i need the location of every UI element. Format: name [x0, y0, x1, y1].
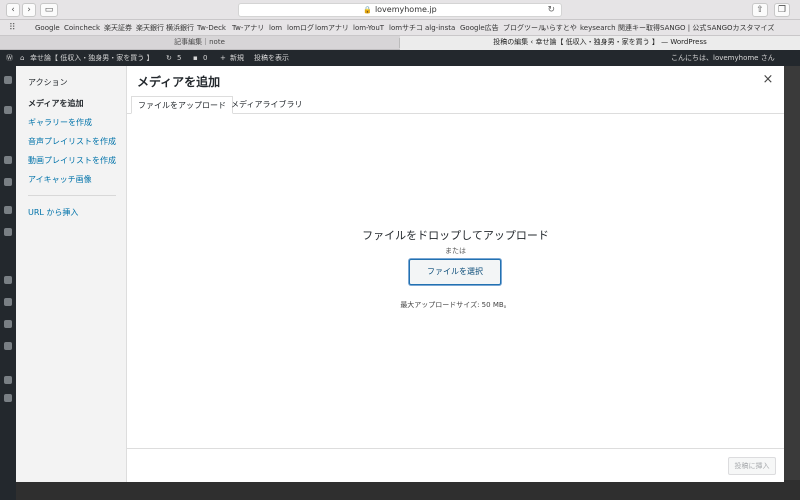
bookmarks-bar: ⠿ Google Coincheck 楽天証券 楽天銀行 横浜銀行 Tw-Dec… [0, 20, 800, 36]
chevron-left-icon: ‹ [11, 5, 15, 15]
view-post-link[interactable]: 投稿を表示 [254, 50, 289, 66]
bookmark-item[interactable]: SANGOカスタマイズ [707, 23, 774, 33]
drop-instructions: ファイルをドロップしてアップロード [362, 229, 549, 242]
menu-item-video-playlist[interactable]: 動画プレイリストを作成 [28, 155, 116, 166]
share-button[interactable]: ⇧ [752, 3, 768, 17]
bookmark-item[interactable]: alg-insta [425, 23, 455, 33]
bookmark-item[interactable]: ブログツール [503, 23, 545, 33]
page-background-bottom [16, 480, 800, 500]
menu-item-insert-from-url[interactable]: URL から挿入 [28, 207, 78, 218]
bookmark-item[interactable]: 関連キー取得 [618, 23, 660, 33]
bookmark-item[interactable]: keysearch [580, 23, 616, 33]
menu-item-featured-image[interactable]: アイキャッチ画像 [28, 174, 92, 185]
bookmark-item[interactable]: 楽天銀行 [136, 23, 164, 33]
updates-icon: ↻ [166, 54, 172, 62]
upload-dropzone[interactable]: ファイルをドロップしてアップロード または ファイルを選択 最大アップロードサイ… [127, 114, 784, 448]
address-bar[interactable]: 🔒 lovemyhome.jp ↻ [238, 3, 562, 17]
wp-admin-menu [0, 66, 16, 500]
bookmark-item[interactable]: Coincheck [64, 23, 100, 33]
dashboard-icon[interactable] [4, 76, 12, 84]
tools-icon[interactable] [4, 342, 12, 350]
lock-icon: 🔒 [363, 6, 372, 14]
tabs-icon: ❐ [777, 5, 787, 15]
bookmark-item[interactable]: Tw-アナリ [232, 23, 264, 33]
bookmark-item[interactable]: Google [35, 23, 60, 33]
greeting-text[interactable]: こんにちは、lovemyhome さん [671, 50, 775, 66]
media-toolbar: 投稿に挿入 [127, 448, 784, 482]
bookmark-item[interactable]: 横浜銀行 [166, 23, 194, 33]
insert-into-post-button[interactable]: 投稿に挿入 [728, 457, 776, 475]
comments-count[interactable]: 0 [203, 50, 207, 66]
bookmark-item[interactable]: Google広告 [460, 23, 499, 33]
updates-count[interactable]: 5 [177, 50, 181, 66]
chevron-right-icon: › [27, 5, 31, 15]
tab-upload-files[interactable]: ファイルをアップロード [131, 96, 233, 114]
bookmark-item[interactable]: いらすとや [542, 23, 577, 33]
collapse-icon[interactable] [4, 394, 12, 402]
modal-title: メディアを追加 [137, 75, 221, 89]
share-icon: ⇧ [756, 5, 764, 15]
menu-item-audio-playlist[interactable]: 音声プレイリストを作成 [28, 136, 116, 147]
menu-heading: アクション [28, 78, 68, 87]
plus-icon: + [220, 54, 226, 62]
media-router: ファイルをアップロード メディアライブラリ [127, 92, 784, 114]
tabs-overview-button[interactable]: ❐ [774, 3, 790, 17]
bookmark-item[interactable]: lomログ [287, 23, 314, 33]
bookmark-item[interactable]: lomサチコ [389, 23, 423, 33]
sidebar-button[interactable]: ▭ [40, 3, 58, 17]
comments-icon[interactable] [4, 206, 12, 214]
bookmark-item[interactable]: lomアナリ [315, 23, 349, 33]
bookmark-item[interactable]: SANGO | 公式 [660, 23, 706, 33]
tab-wordpress[interactable]: 投稿の編集 ‹ 幸せ論【 低収入・独身男・家を買う 】 — WordPress [400, 36, 800, 50]
forward-button[interactable]: › [22, 3, 36, 17]
back-button[interactable]: ‹ [6, 3, 20, 17]
menu-item-add-media[interactable]: メディアを追加 [28, 98, 83, 109]
menu-item-create-gallery[interactable]: ギャラリーを作成 [28, 117, 92, 128]
bookmark-item[interactable]: Tw-Deck [197, 23, 226, 33]
reload-icon[interactable]: ↻ [547, 4, 555, 16]
bookmark-item[interactable]: lom [269, 23, 282, 33]
new-content-link[interactable]: 新規 [230, 50, 244, 66]
users-icon[interactable] [4, 320, 12, 328]
pages-icon[interactable] [4, 178, 12, 186]
sidebar-icon: ▭ [44, 5, 54, 15]
posts-icon[interactable] [4, 106, 12, 114]
media-menu: アクション メディアを追加 ギャラリーを作成 音声プレイリストを作成 動画プレイ… [16, 66, 127, 482]
tab-media-library[interactable]: メディアライブラリ [225, 96, 308, 114]
plugins-icon[interactable] [4, 298, 12, 306]
close-icon[interactable]: × [760, 72, 776, 88]
select-files-button[interactable]: ファイルを選択 [409, 259, 501, 285]
or-separator-text: または [445, 247, 466, 255]
browser-toolbar: ‹ › ▭ 🔒 lovemyhome.jp ↻ ⇧ ❐ [0, 0, 800, 20]
settings-icon[interactable] [4, 376, 12, 384]
form-icon[interactable] [4, 228, 12, 236]
wp-admin-bar: Ⓦ ⌂ 幸せ論【 低収入・独身男・家を買う 】 ↻ 5 ▪ 0 + 新規 投稿を… [0, 50, 800, 66]
wordpress-logo-icon[interactable]: Ⓦ [6, 50, 13, 66]
tab-note[interactable]: 記事編集｜note [0, 36, 399, 50]
menu-separator [28, 195, 116, 196]
media-icon[interactable] [4, 156, 12, 164]
site-name-link[interactable]: 幸せ論【 低収入・独身男・家を買う 】 [30, 50, 153, 66]
home-icon: ⌂ [20, 54, 25, 62]
url-text: lovemyhome.jp [374, 5, 437, 14]
bookmark-item[interactable]: lom-YouT [353, 23, 384, 33]
max-upload-size: 最大アップロードサイズ: 50 MB。 [400, 301, 511, 309]
bookmark-item[interactable]: 楽天証券 [104, 23, 132, 33]
media-modal: アクション メディアを追加 ギャラリーを作成 音声プレイリストを作成 動画プレイ… [16, 66, 784, 482]
tab-bar: 記事編集｜note 投稿の編集 ‹ 幸せ論【 低収入・独身男・家を買う 】 — … [0, 36, 800, 50]
appearance-icon[interactable] [4, 276, 12, 284]
page-background-right [784, 66, 800, 500]
comment-icon: ▪ [193, 54, 198, 62]
grid-icon[interactable]: ⠿ [9, 23, 16, 33]
